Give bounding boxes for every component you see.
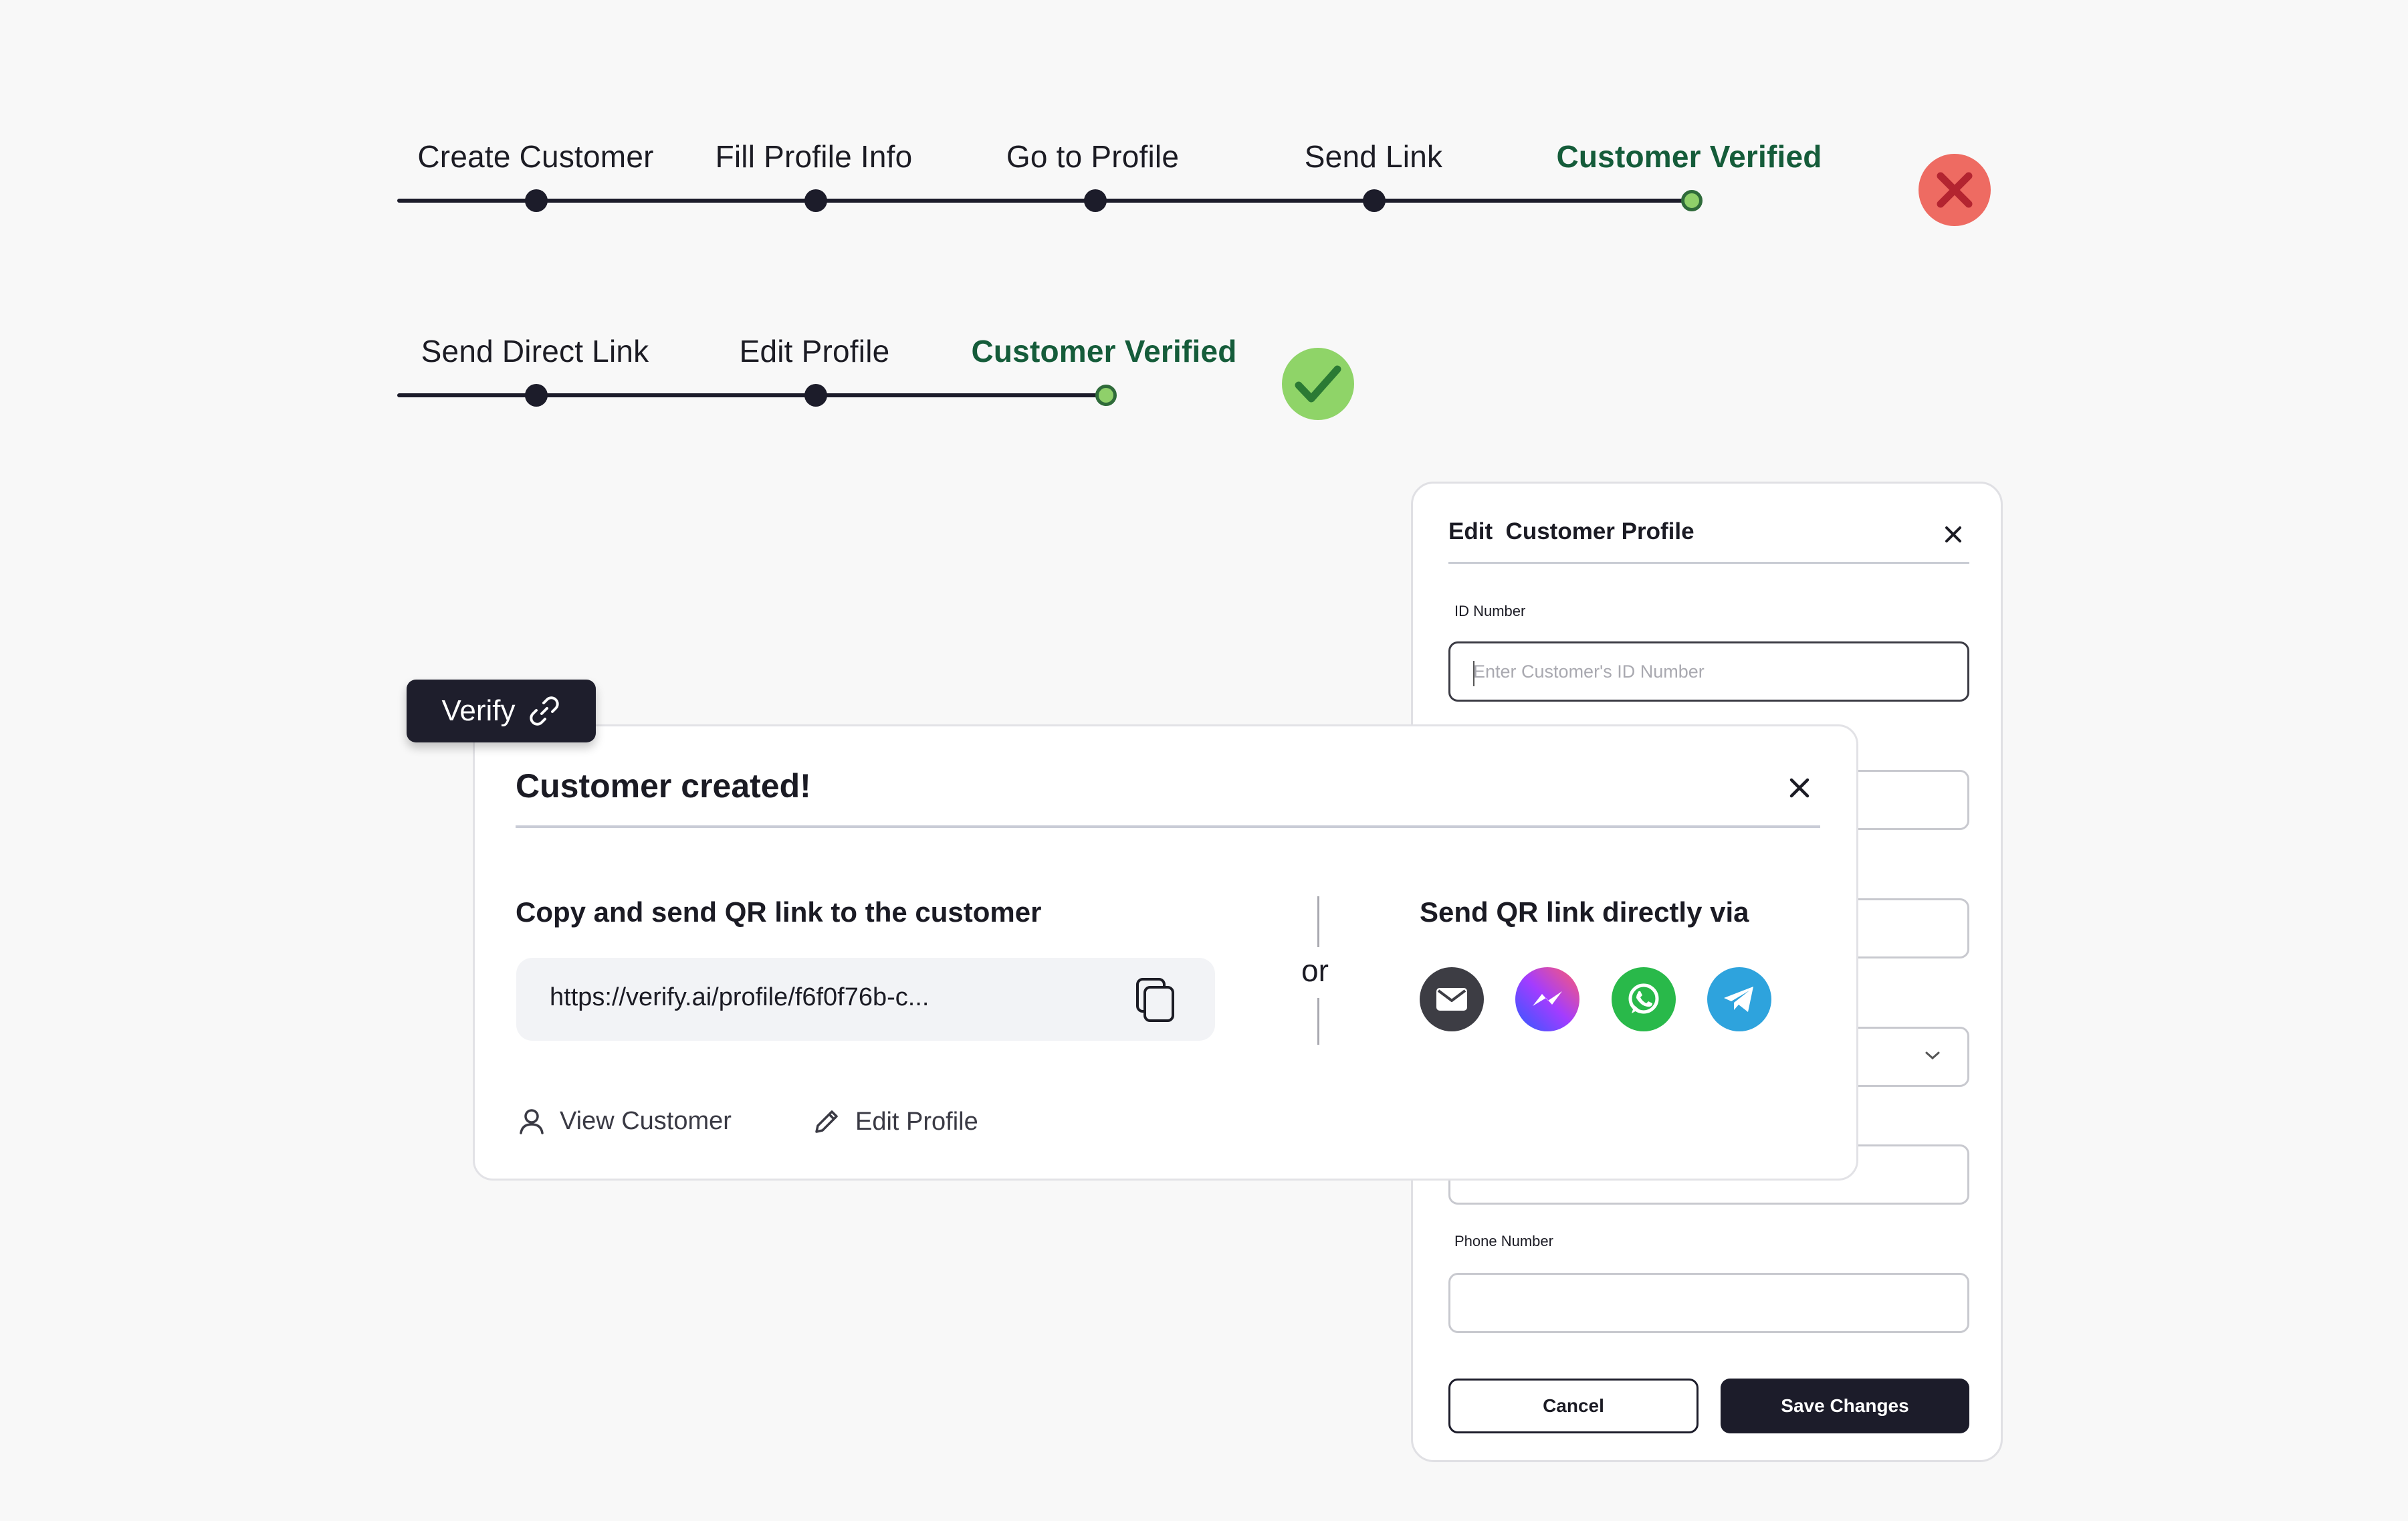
chevron-down-icon [1925,1051,1940,1060]
step-create-customer: Create Customer [417,139,654,174]
stepper-bottom-dot-3 [1095,385,1117,406]
verify-button-label: Verify [441,694,516,727]
id-number-field[interactable] [1448,641,1969,702]
qr-link-box[interactable]: https://verify.ai/profile/f6f0f76b-c... [516,958,1215,1041]
check-mark-icon [1295,365,1341,403]
messenger-icon [1533,991,1562,1006]
id-number-label: ID Number [1454,603,1526,619]
modal-divider [516,825,1820,828]
step-send-direct-link: Send Direct Link [421,334,649,369]
or-label: or [1301,953,1329,988]
close-icon[interactable] [1941,522,1965,546]
verification-failed-badge [1919,154,1991,226]
step-go-to-profile: Go to Profile [1006,139,1180,174]
link-icon [529,696,559,726]
close-icon[interactable] [1786,775,1813,801]
stepper-top-track [397,199,1692,203]
step-customer-verified: Customer Verified [1556,139,1822,174]
verify-button[interactable]: Verify [407,680,596,742]
pencil-icon [815,1110,838,1133]
copy-icon[interactable] [1134,977,1178,1025]
phone-number-input[interactable] [1450,1275,1967,1331]
or-divider-bottom [1317,998,1319,1045]
user-icon [520,1109,544,1134]
step-customer-verified: Customer Verified [971,334,1237,369]
verification-success-badge [1282,348,1354,420]
qr-link-text: https://verify.ai/profile/f6f0f76b-c... [550,983,929,1011]
modal-title: Customer created! [516,767,811,805]
edit-profile-link[interactable]: Edit Profile [811,1106,978,1137]
edit-panel-title: Edit Customer Profile [1448,518,1694,544]
email-icon [1436,988,1467,1011]
edit-panel-divider [1448,562,1969,564]
messenger-share-button[interactable] [1515,967,1579,1031]
save-changes-button[interactable]: Save Changes [1721,1379,1969,1433]
or-divider-top [1317,896,1319,947]
email-share-button[interactable] [1420,967,1484,1031]
stepper-top-dot-4 [1363,189,1386,212]
cancel-button[interactable]: Cancel [1448,1379,1699,1433]
stepper-bottom-dot-2 [804,384,827,407]
view-customer-label: View Customer [560,1106,732,1135]
step-edit-profile: Edit Profile [739,334,890,369]
phone-number-field[interactable] [1448,1273,1969,1333]
phone-number-label: Phone Number [1454,1233,1553,1249]
stepper-top-dot-5 [1681,190,1703,211]
whatsapp-share-button[interactable] [1612,967,1676,1031]
id-number-input[interactable] [1450,643,1967,700]
x-mark-icon [1937,172,1973,208]
stepper-bottom-track [397,393,1106,397]
text-caret [1473,661,1474,686]
stepper-top-dot-1 [525,189,548,212]
copy-link-heading: Copy and send QR link to the customer [516,896,1042,928]
telegram-icon [1724,987,1753,1012]
edit-profile-label: Edit Profile [855,1107,978,1136]
step-send-link: Send Link [1304,139,1443,174]
view-customer-link[interactable]: View Customer [517,1106,732,1136]
direct-link-heading: Send QR link directly via [1420,896,1749,928]
telegram-share-button[interactable] [1707,967,1771,1031]
stepper-top-dot-3 [1084,189,1107,212]
whatsapp-icon [1628,983,1659,1014]
stepper-top-dot-2 [804,189,827,212]
step-fill-profile-info: Fill Profile Info [715,139,913,174]
customer-created-modal: Customer created! Copy and send QR link … [473,724,1858,1181]
stepper-bottom-dot-1 [525,384,548,407]
